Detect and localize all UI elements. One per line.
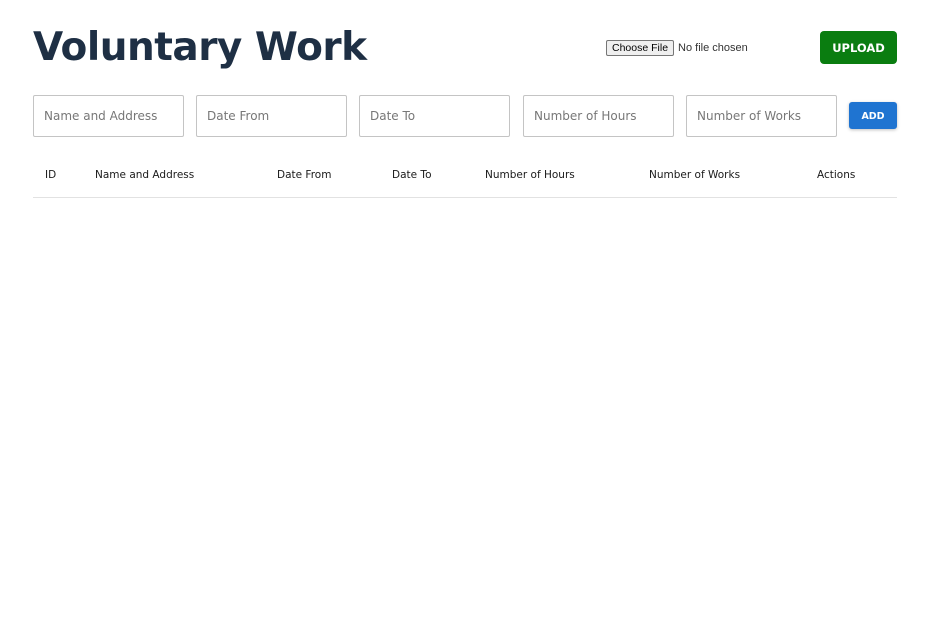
column-header-number-of-hours[interactable]: Number of Hours [485, 155, 575, 197]
page-title: Voluntary Work [33, 25, 367, 70]
name-address-input[interactable] [33, 95, 184, 137]
number-of-works-input[interactable] [686, 95, 837, 137]
date-to-input[interactable] [359, 95, 510, 137]
column-header-actions[interactable]: Actions [817, 155, 855, 197]
column-header-name-address[interactable]: Name and Address [95, 155, 194, 197]
file-status-text: No file chosen [678, 42, 748, 54]
column-header-id[interactable]: ID [45, 155, 56, 197]
table-header-row: ID Name and Address Date From Date To Nu… [33, 155, 897, 198]
column-header-date-from[interactable]: Date From [277, 155, 331, 197]
choose-file-button[interactable]: Choose File [606, 40, 675, 56]
column-header-date-to[interactable]: Date To [392, 155, 432, 197]
voluntary-work-page: Voluntary Work Choose File No file chose… [0, 0, 936, 630]
column-header-number-of-works[interactable]: Number of Works [649, 155, 740, 197]
upload-button[interactable]: UPLOAD [820, 31, 897, 64]
file-picker[interactable]: Choose File No file chosen [606, 40, 748, 56]
voluntary-work-table: ID Name and Address Date From Date To Nu… [33, 155, 897, 198]
add-button[interactable]: ADD [849, 102, 897, 129]
add-entry-form: ADD [33, 95, 897, 137]
date-from-input[interactable] [196, 95, 347, 137]
number-of-hours-input[interactable] [523, 95, 674, 137]
